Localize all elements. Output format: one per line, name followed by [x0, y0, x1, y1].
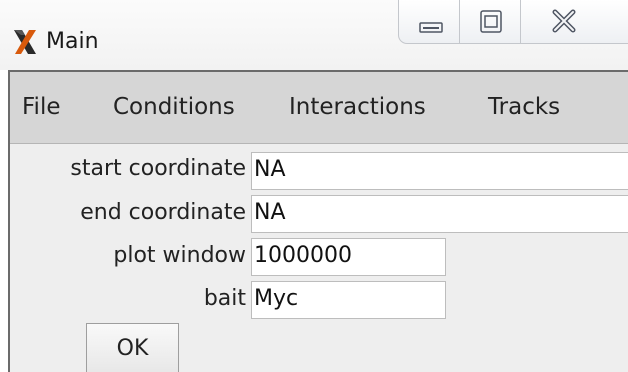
- title-bar[interactable]: Main: [0, 0, 628, 70]
- bait-label: bait: [203, 286, 246, 311]
- close-icon: [552, 9, 576, 33]
- bait-field[interactable]: Myc: [251, 281, 446, 319]
- close-button[interactable]: [520, 0, 628, 44]
- menu-interactions[interactable]: Interactions: [289, 94, 426, 120]
- menu-file[interactable]: File: [22, 94, 61, 120]
- minimize-icon: [419, 22, 443, 33]
- start-coordinate-label: start coordinate: [70, 156, 246, 181]
- end-coordinate-label: end coordinate: [80, 200, 246, 225]
- main-window: Main File Conditions Interactions Tracks…: [0, 0, 628, 372]
- plot-window-field[interactable]: 1000000: [251, 238, 446, 276]
- menu-bar: File Conditions Interactions Tracks: [10, 72, 628, 144]
- menu-conditions[interactable]: Conditions: [113, 94, 235, 120]
- menu-tracks[interactable]: Tracks: [488, 94, 560, 120]
- x-logo-icon: [14, 30, 36, 54]
- maximize-button[interactable]: [459, 0, 521, 44]
- plot-window-label: plot window: [113, 243, 246, 268]
- end-coordinate-field[interactable]: NA: [251, 195, 628, 233]
- ok-button[interactable]: OK: [86, 323, 179, 372]
- main-panel: File Conditions Interactions Tracks star…: [8, 70, 628, 372]
- minimize-button[interactable]: [398, 0, 460, 44]
- maximize-icon: [480, 10, 502, 33]
- start-coordinate-field[interactable]: NA: [251, 152, 628, 190]
- window-title: Main: [46, 29, 99, 54]
